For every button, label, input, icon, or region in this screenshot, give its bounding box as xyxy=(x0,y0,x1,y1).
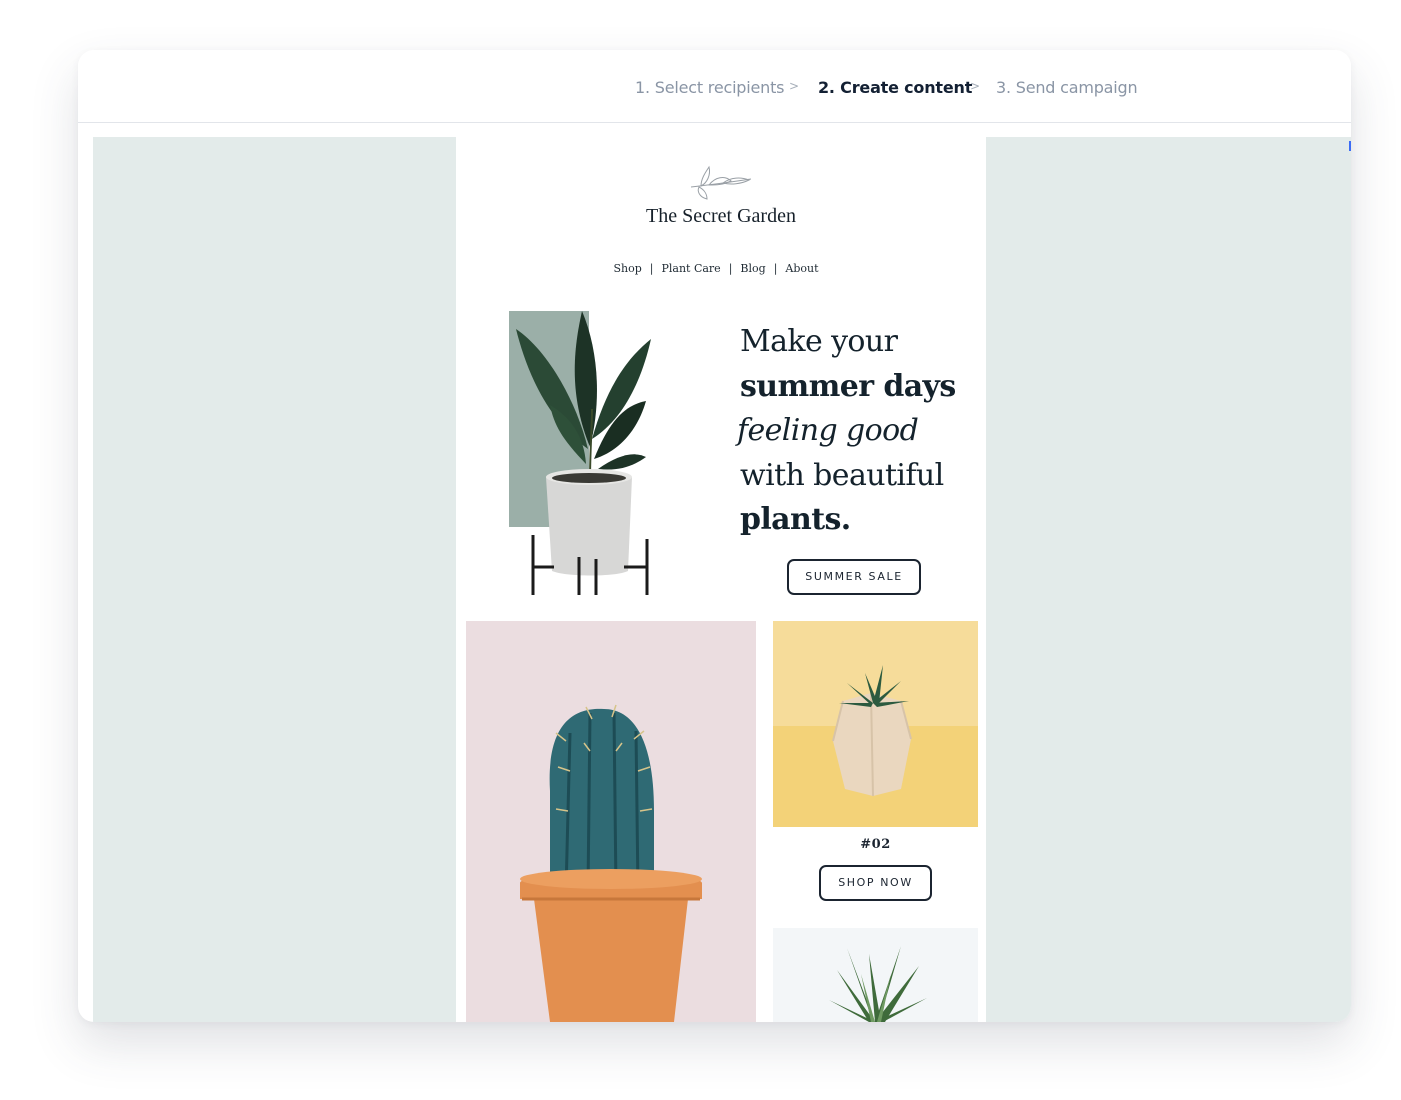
nav-separator: | xyxy=(773,262,778,275)
shop-now-button[interactable]: SHOP NOW xyxy=(819,865,932,901)
hero-headline: Make your summer days feeling good with … xyxy=(737,320,980,543)
email-nav: Shop | Plant Care | Blog | About xyxy=(456,262,976,275)
nav-item-shop[interactable]: Shop xyxy=(613,262,641,275)
product-number: #02 xyxy=(860,837,891,852)
headline-line: feeling good xyxy=(737,413,919,448)
step-send-campaign[interactable]: 3. Send campaign xyxy=(996,78,1138,98)
leaf-sprig-icon xyxy=(690,165,752,200)
summer-sale-button[interactable]: SUMMER SALE xyxy=(787,559,921,595)
headline-line: plants. xyxy=(740,502,851,537)
hero-plant-image[interactable] xyxy=(506,309,656,599)
nav-item-about[interactable]: About xyxy=(785,262,818,275)
scroll-indicator[interactable] xyxy=(1349,141,1351,151)
headline-line: Make your xyxy=(740,324,898,359)
nav-separator: | xyxy=(649,262,654,275)
brand-name: The Secret Garden xyxy=(646,205,796,227)
headline-line: with beautiful xyxy=(740,457,944,493)
step-select-recipients[interactable]: 1. Select recipients xyxy=(635,78,785,98)
email-preview-canvas[interactable]: The Secret Garden Shop | Plant Care | Blog | A… xyxy=(93,137,1351,1022)
haworthia-product-image[interactable] xyxy=(773,928,978,1022)
nav-separator: | xyxy=(728,262,733,275)
headline-line: summer days xyxy=(740,368,956,404)
step-separator: > xyxy=(789,79,800,93)
editor-window: 1. Select recipients > 2. Create content… xyxy=(78,50,1351,1022)
cactus-product-image[interactable] xyxy=(466,621,756,1022)
nav-item-plant-care[interactable]: Plant Care xyxy=(661,262,720,275)
succulent-product-image[interactable] xyxy=(773,621,978,827)
email-template[interactable]: The Secret Garden Shop | Plant Care | Blog | A… xyxy=(456,137,986,1022)
campaign-stepper-bar: 1. Select recipients > 2. Create content… xyxy=(78,50,1351,123)
step-create-content[interactable]: 2. Create content xyxy=(818,78,972,98)
nav-item-blog[interactable]: Blog xyxy=(740,262,765,275)
step-separator: > xyxy=(970,79,981,93)
